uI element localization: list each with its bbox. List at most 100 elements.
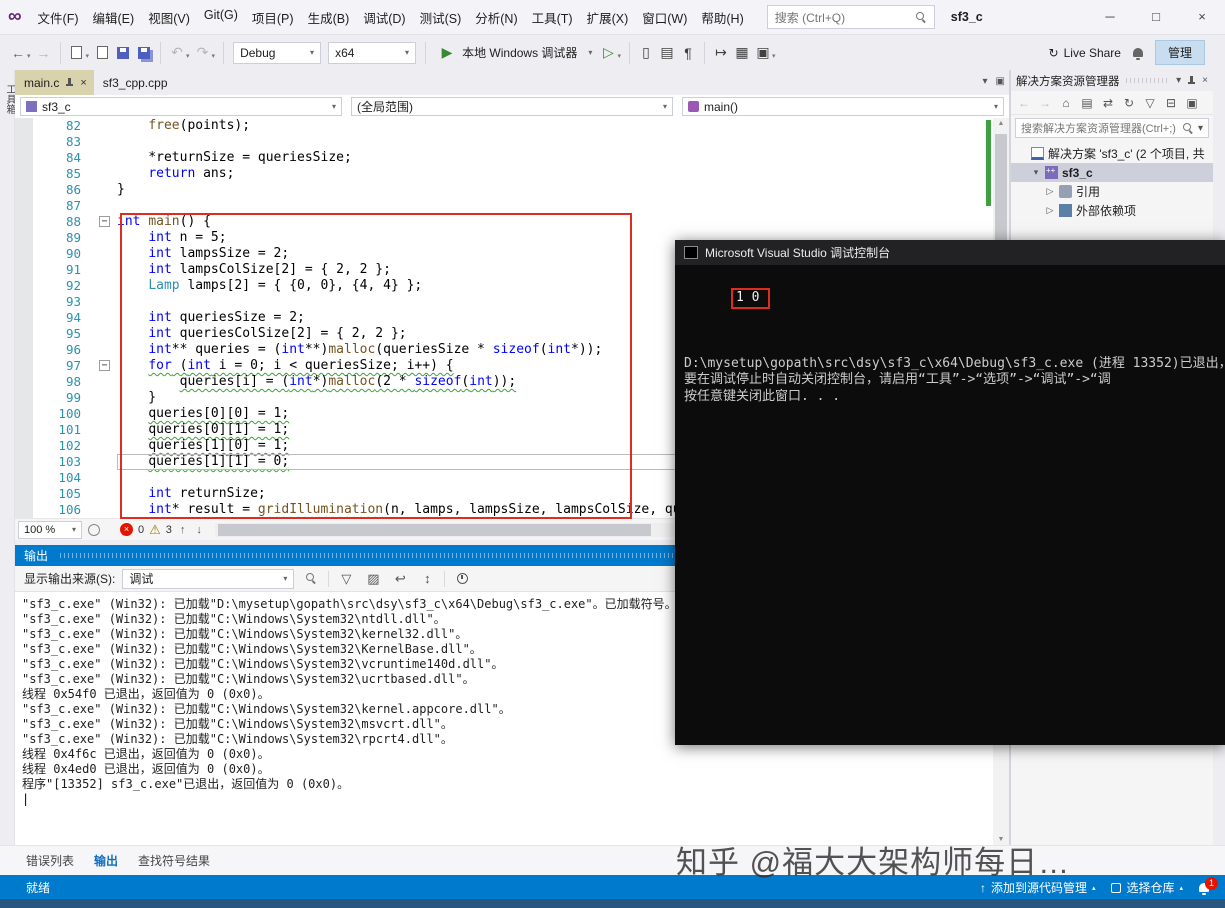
tree-item[interactable]: 解决方案 'sf3_c' (2 个项目, 共 <box>1011 144 1213 163</box>
menu-item[interactable]: 生成(B) <box>301 3 357 32</box>
breakpoint-margin[interactable] <box>15 470 33 486</box>
previous-issue-icon[interactable]: ↑ <box>177 524 189 536</box>
breakpoint-margin[interactable] <box>15 294 33 310</box>
feedback-bell-icon[interactable] <box>1132 48 1143 60</box>
message-filter-icon[interactable]: ▽ <box>336 569 356 589</box>
breakpoint-margin[interactable] <box>15 502 33 518</box>
live-share-button[interactable]: ↻ Live Share <box>1049 46 1121 60</box>
chevron-down-icon[interactable]: ▾ <box>86 52 90 60</box>
quick-launch-search-box[interactable]: 搜索 (Ctrl+Q) <box>766 5 935 29</box>
tab-close-icon[interactable]: × <box>80 77 86 89</box>
tree-item[interactable]: ▾ sf3_c <box>1011 163 1213 182</box>
menu-item[interactable]: 调试(D) <box>356 3 412 32</box>
document-icon[interactable]: ▯ <box>636 42 656 64</box>
console-title-bar[interactable]: Microsoft Visual Studio 调试控制台 <box>675 240 1225 265</box>
expanded-icon[interactable]: ▾ <box>1031 167 1041 178</box>
menu-item[interactable]: 分析(N) <box>468 3 524 32</box>
square-icon[interactable]: ▣ <box>753 42 773 64</box>
chevron-down-icon[interactable]: ▾ <box>27 52 31 60</box>
undo-icon[interactable]: ↶ <box>167 42 187 64</box>
list-icon[interactable]: ▤ <box>657 42 677 64</box>
breakpoint-margin[interactable] <box>15 166 33 182</box>
breakpoint-margin[interactable] <box>15 406 33 422</box>
pin-icon[interactable] <box>65 77 74 88</box>
manage-button[interactable]: 管理 <box>1154 40 1205 65</box>
panel-tab[interactable]: 错误列表 <box>18 847 82 874</box>
breakpoint-margin[interactable] <box>15 134 33 150</box>
menu-item[interactable]: 项目(P) <box>245 3 301 32</box>
breakpoint-margin[interactable] <box>15 182 33 198</box>
breakpoint-margin[interactable] <box>15 358 33 374</box>
window-options-icon[interactable]: ▣ <box>996 76 1005 87</box>
menu-item[interactable]: 帮助(H) <box>694 3 750 32</box>
code-health-icon[interactable] <box>88 523 100 536</box>
tree-item[interactable]: ▷ 外部依赖项 <box>1011 201 1213 220</box>
collapsed-icon[interactable]: ▷ <box>1045 186 1055 197</box>
breakpoint-margin[interactable] <box>15 342 33 358</box>
breakpoint-margin[interactable] <box>15 390 33 406</box>
breakpoint-margin[interactable] <box>15 246 33 262</box>
autoscroll-icon[interactable]: ↕ <box>417 569 437 589</box>
back-icon[interactable]: ← <box>1015 94 1033 112</box>
breakpoint-margin[interactable] <box>15 374 33 390</box>
save-all-icon[interactable] <box>134 42 154 64</box>
breakpoint-margin[interactable] <box>15 454 33 470</box>
word-wrap-icon[interactable]: ↩ <box>390 569 410 589</box>
grid-icon[interactable]: ▦ <box>732 42 752 64</box>
menu-item[interactable]: 文件(F) <box>31 3 86 32</box>
chevron-down-icon[interactable]: ▾ <box>772 52 776 60</box>
panel-tab[interactable]: 查找符号结果 <box>130 847 218 874</box>
code-text[interactable]: } <box>117 182 1009 198</box>
menu-item[interactable]: Git(G) <box>197 3 245 32</box>
fold-collapse-icon[interactable]: − <box>99 216 110 227</box>
solution-explorer-header[interactable]: 解决方案资源管理器 ▾ × <box>1011 70 1213 91</box>
open-file-icon[interactable] <box>92 42 112 64</box>
solution-search-box[interactable]: 搜索解决方案资源管理器(Ctrl+;) ▾ <box>1015 118 1209 138</box>
breakpoint-margin[interactable] <box>15 150 33 166</box>
document-list-dropdown-icon[interactable]: ▾ <box>983 76 988 87</box>
properties-icon[interactable]: ▣ <box>1183 94 1201 112</box>
zoom-dropdown[interactable]: 100 % ▾ <box>18 520 82 539</box>
member-dropdown[interactable]: main() ▾ <box>682 97 1004 116</box>
minimize-button[interactable]: ─ <box>1087 0 1133 34</box>
menu-item[interactable]: 测试(S) <box>413 3 469 32</box>
redo-icon[interactable]: ↷ <box>193 42 213 64</box>
code-text[interactable]: free(points); <box>117 118 1009 134</box>
timestamp-icon[interactable] <box>452 569 472 589</box>
output-source-dropdown[interactable]: 调试 ▾ <box>122 568 295 589</box>
tree-item[interactable]: ▷ 引用 <box>1011 182 1213 201</box>
code-text[interactable] <box>117 198 1009 214</box>
editor-tab[interactable]: sf3_cpp.cpp <box>94 70 175 95</box>
breakpoint-margin[interactable] <box>15 310 33 326</box>
chevron-down-icon[interactable]: ▾ <box>186 52 190 60</box>
close-icon[interactable]: × <box>1202 75 1208 86</box>
scroll-up-icon[interactable]: ▲ <box>998 120 1005 127</box>
navigate-back-icon[interactable]: ← <box>8 42 28 64</box>
collapsed-icon[interactable]: ▷ <box>1045 205 1055 216</box>
navigate-forward-icon[interactable]: → <box>34 42 54 64</box>
menu-item[interactable]: 视图(V) <box>141 3 197 32</box>
save-icon[interactable] <box>113 42 133 64</box>
filter-icon[interactable]: ▽ <box>1141 94 1159 112</box>
breakpoint-margin[interactable] <box>15 262 33 278</box>
menu-item[interactable]: 工具(T) <box>525 3 580 32</box>
pin-icon[interactable] <box>1187 75 1196 86</box>
code-text[interactable]: return ans; <box>117 166 1009 182</box>
breakpoint-margin[interactable] <box>15 230 33 246</box>
code-text[interactable] <box>117 134 1009 150</box>
chevron-down-icon[interactable]: ▾ <box>212 52 216 60</box>
home-icon[interactable]: ⌂ <box>1057 94 1075 112</box>
configuration-dropdown[interactable]: Debug ▾ <box>233 41 322 64</box>
breakpoint-margin[interactable] <box>15 326 33 342</box>
breakpoint-margin[interactable] <box>15 198 33 214</box>
maximize-button[interactable]: □ <box>1133 0 1179 34</box>
select-repository-button[interactable]: 选择仓库 ▴ <box>1111 879 1183 896</box>
error-warning-indicator[interactable]: × 0 ⚠ 3 ↑ ↓ <box>120 522 205 538</box>
breakpoint-margin[interactable] <box>15 486 33 502</box>
breakpoint-margin[interactable] <box>15 422 33 438</box>
menu-item[interactable]: 扩展(X) <box>580 3 636 32</box>
scope-dropdown[interactable]: (全局范围) ▾ <box>351 97 673 116</box>
start-debugging-button[interactable]: ▶ 本地 Windows 调试器 ▾ <box>432 41 597 65</box>
platform-dropdown[interactable]: x64 ▾ <box>328 41 417 64</box>
chevron-down-icon[interactable]: ▾ <box>1176 75 1181 86</box>
